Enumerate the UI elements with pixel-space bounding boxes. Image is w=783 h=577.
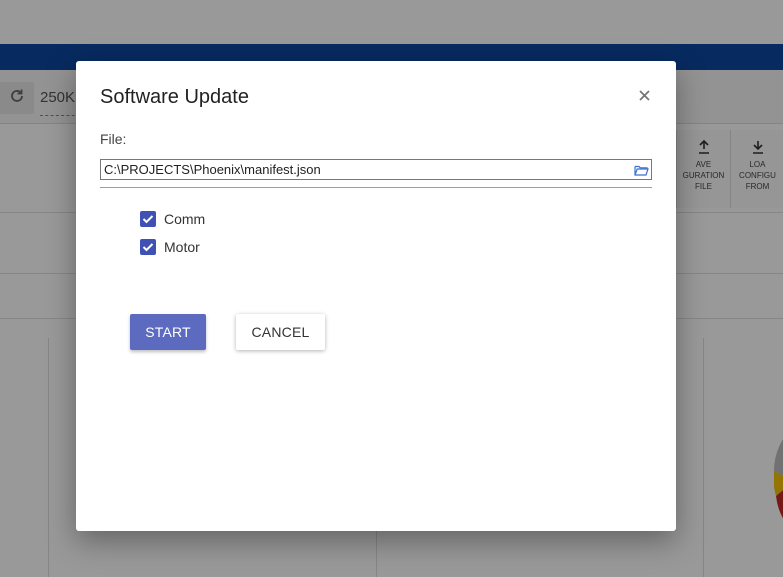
close-icon[interactable] [634,85,654,105]
motor-checkbox-row[interactable]: Motor [140,239,200,255]
file-path-field [100,159,652,180]
check-icon [142,243,154,252]
motor-checkbox[interactable] [140,239,156,255]
file-label: File: [100,131,127,147]
dialog-title: Software Update [100,86,249,108]
file-field-underline [100,187,652,188]
cancel-button[interactable]: CANCEL [236,314,325,350]
comm-checkbox-row[interactable]: Comm [140,211,205,227]
check-icon [142,215,154,224]
start-button[interactable]: START [130,314,206,350]
software-update-dialog: Software Update File: Comm Motor START C… [76,61,676,531]
comm-checkbox[interactable] [140,211,156,227]
folder-open-icon[interactable] [631,160,651,179]
comm-checkbox-label: Comm [164,211,206,227]
file-path-input[interactable] [101,160,631,179]
motor-checkbox-label: Motor [164,239,200,255]
